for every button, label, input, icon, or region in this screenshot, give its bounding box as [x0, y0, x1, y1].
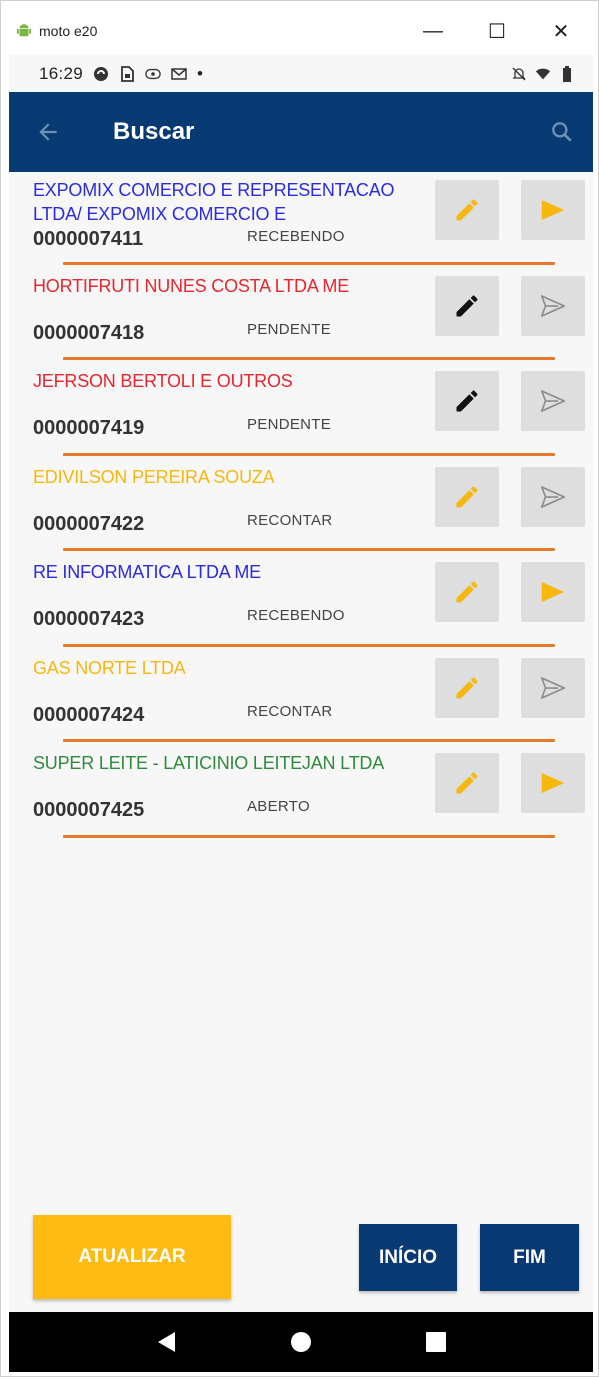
minimize-button[interactable]: — — [401, 11, 465, 51]
row-separator — [63, 261, 555, 265]
window-title: moto e20 — [39, 23, 98, 39]
row-separator — [63, 643, 555, 647]
document-code: 0000007422 — [33, 512, 145, 535]
sim-card-icon — [119, 65, 135, 82]
edit-button[interactable] — [435, 371, 499, 431]
maximize-button[interactable]: ☐ — [465, 11, 529, 51]
edit-button[interactable] — [435, 657, 499, 718]
status-dot: • — [197, 63, 203, 83]
send-filled-icon — [541, 200, 565, 220]
send-outline-icon — [540, 485, 566, 508]
document-code: 0000007424 — [33, 703, 145, 726]
company-name: GAS NORTE LTDA — [33, 657, 186, 678]
list-item[interactable]: GAS NORTE LTDA 0000007424 RECONTAR — [9, 650, 593, 746]
company-name: EXPOMIX COMERCIO E REPRESENTACAO LTDA/ E… — [33, 180, 395, 224]
nav-home-icon[interactable] — [286, 1327, 316, 1357]
company-name: HORTIFRUTI NUNES COSTA LTDA ME — [33, 275, 350, 296]
send-button[interactable] — [521, 371, 585, 431]
list-item[interactable]: EXPOMIX COMERCIO E REPRESENTACAO LTDA/ E… — [9, 172, 593, 268]
company-name: RE INFORMATICA LTDA ME — [33, 562, 261, 582]
list-item[interactable]: JEFRSON BERTOLI E OUTROS 0000007419 PENDEN… — [9, 363, 593, 459]
send-filled-icon — [541, 773, 565, 793]
send-button[interactable] — [521, 562, 585, 622]
row-separator — [63, 834, 555, 838]
atualizar-button[interactable]: ATUALIZAR — [33, 1215, 231, 1299]
row-separator — [63, 452, 555, 456]
edit-button[interactable] — [435, 466, 499, 527]
document-code: 0000007425 — [33, 799, 145, 821]
android-nav-bar — [9, 1312, 593, 1372]
emulator-window: moto e20 — ☐ ✕ 16:29 • Buscar EXPOMIX CO… — [0, 0, 599, 1377]
page-title: Buscar — [113, 118, 195, 145]
send-outline-icon — [540, 676, 566, 699]
gmail-icon — [171, 66, 187, 82]
document-code: 0000007418 — [33, 321, 145, 344]
list-item[interactable]: EDIVILSON PEREIRA SOUZA 0000007422 RECONTA… — [9, 459, 593, 555]
phone-screen: 16:29 • Buscar EXPOMIX COMERCIO E REPRES… — [9, 55, 593, 1372]
row-separator — [63, 548, 555, 551]
send-filled-icon — [541, 582, 565, 602]
app-notification-icon — [93, 66, 109, 82]
list-item[interactable]: RE INFORMATICA LTDA ME 0000007423 RECEBEND… — [9, 554, 593, 650]
edit-button[interactable] — [435, 180, 499, 240]
inicio-button[interactable]: INÍCIO — [359, 1224, 457, 1291]
close-button[interactable]: ✕ — [529, 11, 593, 51]
status-time: 16:29 — [39, 63, 84, 83]
pencil-icon — [456, 199, 478, 221]
window-title-bar: moto e20 — ☐ ✕ — [9, 7, 593, 55]
send-button[interactable] — [521, 275, 585, 336]
send-outline-icon — [540, 294, 566, 317]
battery-icon — [559, 65, 575, 82]
search-icon[interactable] — [547, 117, 577, 147]
edit-button[interactable] — [435, 275, 499, 336]
back-arrow-icon[interactable] — [35, 117, 65, 147]
status-label: RECONTAR — [247, 511, 333, 529]
document-code: 0000007419 — [33, 417, 145, 439]
edit-button[interactable] — [435, 753, 499, 813]
company-name: SUPER LEITE - LATICINIO LEITEJAN LTDA — [33, 753, 385, 773]
pencil-icon — [456, 390, 478, 412]
bottom-actions: ATUALIZAR INÍCIO FIM — [9, 1215, 593, 1305]
pencil-icon — [456, 772, 478, 794]
send-button[interactable] — [521, 657, 585, 718]
document-code: 0000007411 — [33, 228, 144, 250]
send-button[interactable] — [521, 753, 585, 813]
pencil-icon — [456, 676, 478, 698]
pencil-icon — [456, 294, 478, 316]
document-list: EXPOMIX COMERCIO E REPRESENTACAO LTDA/ E… — [9, 172, 593, 841]
company-name: JEFRSON BERTOLI E OUTROS — [33, 371, 293, 391]
pencil-icon — [456, 581, 478, 603]
status-label: ABERTO — [247, 798, 310, 815]
status-bar: 16:29 • — [9, 55, 593, 92]
nav-back-icon[interactable] — [151, 1327, 181, 1357]
nav-recents-icon[interactable] — [421, 1327, 451, 1357]
status-label: PENDENTE — [247, 320, 332, 338]
send-outline-icon — [540, 390, 566, 412]
row-separator — [63, 739, 555, 742]
send-button[interactable] — [521, 466, 585, 527]
app-bar: Buscar — [9, 92, 593, 172]
row-separator — [63, 357, 555, 360]
status-label: RECEBENDO — [247, 228, 345, 245]
document-code: 0000007423 — [33, 608, 145, 630]
android-icon — [16, 24, 32, 37]
vpn-icon — [145, 66, 161, 82]
status-label: RECONTAR — [247, 702, 333, 720]
pencil-icon — [456, 485, 478, 507]
edit-button[interactable] — [435, 562, 499, 622]
list-item[interactable]: SUPER LEITE - LATICINIO LEITEJAN LTDA 000… — [9, 745, 593, 841]
mute-icon — [511, 66, 527, 82]
status-label: PENDENTE — [247, 416, 332, 433]
list-item[interactable]: HORTIFRUTI NUNES COSTA LTDA ME 0000007418… — [9, 268, 593, 364]
fim-button[interactable]: FIM — [480, 1224, 579, 1291]
send-button[interactable] — [521, 180, 585, 240]
wifi-icon — [535, 66, 551, 82]
company-name: EDIVILSON PEREIRA SOUZA — [33, 466, 275, 487]
status-label: RECEBENDO — [247, 607, 345, 624]
